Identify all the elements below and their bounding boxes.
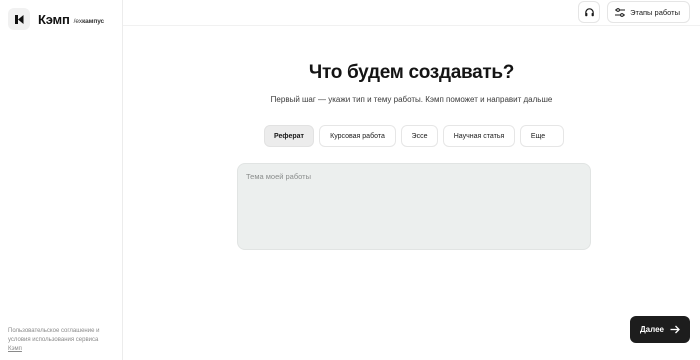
- terms-text: Пользовательское соглашение и условия ис…: [8, 328, 100, 343]
- topbar-divider: [123, 25, 700, 26]
- brand-name: Кэмп: [38, 11, 70, 27]
- sidebar-footer: Пользовательское соглашение и условия ис…: [8, 327, 116, 354]
- logo-k-icon: [8, 8, 30, 30]
- topic-input[interactable]: Тема моей работы: [237, 163, 591, 250]
- logo[interactable]: Кэмп /exкампус: [8, 8, 104, 30]
- sidebar: Кэмп /exкампус Пользовательское соглашен…: [0, 0, 123, 360]
- terms-link[interactable]: Кэмп: [8, 345, 116, 354]
- page-title: Что будем создавать?: [308, 62, 515, 83]
- arrow-right-icon: [670, 325, 680, 334]
- chip-referat[interactable]: Реферат: [264, 125, 314, 147]
- chip-label: Эссе: [411, 132, 428, 140]
- chip-coursework[interactable]: Курсовая работа: [319, 125, 396, 147]
- next-label: Далее: [639, 325, 665, 334]
- work-type-chips: Реферат Курсовая работа Эссе Научная ста…: [264, 125, 564, 147]
- chip-scientific-article[interactable]: Научная статья: [443, 125, 515, 147]
- chip-more-dropdown[interactable]: Еще: [520, 125, 564, 147]
- chip-label: Курсовая работа: [330, 132, 385, 140]
- support-button[interactable]: [578, 1, 601, 23]
- brand-sub-name: кампус: [82, 17, 105, 25]
- chip-essay[interactable]: Эссе: [401, 125, 438, 147]
- next-button[interactable]: Далее: [630, 316, 690, 343]
- brand-sub: /exкампус: [73, 17, 105, 25]
- sliders-icon: [615, 7, 626, 17]
- top-actions: Этапы работы: [578, 1, 690, 23]
- brand-sub-prefix: /ex: [73, 17, 82, 25]
- headphones-icon: [584, 7, 594, 16]
- chip-label: Реферат: [274, 132, 304, 140]
- stages-label: Этапы работы: [630, 7, 680, 17]
- chip-label: Научная статья: [453, 132, 505, 140]
- topic-placeholder: Тема моей работы: [246, 172, 311, 181]
- page-subtitle: Первый шаг — укажи тип и тему работы. Кэ…: [270, 95, 553, 104]
- stages-button[interactable]: Этапы работы: [607, 1, 690, 23]
- chip-label: Еще: [530, 132, 546, 140]
